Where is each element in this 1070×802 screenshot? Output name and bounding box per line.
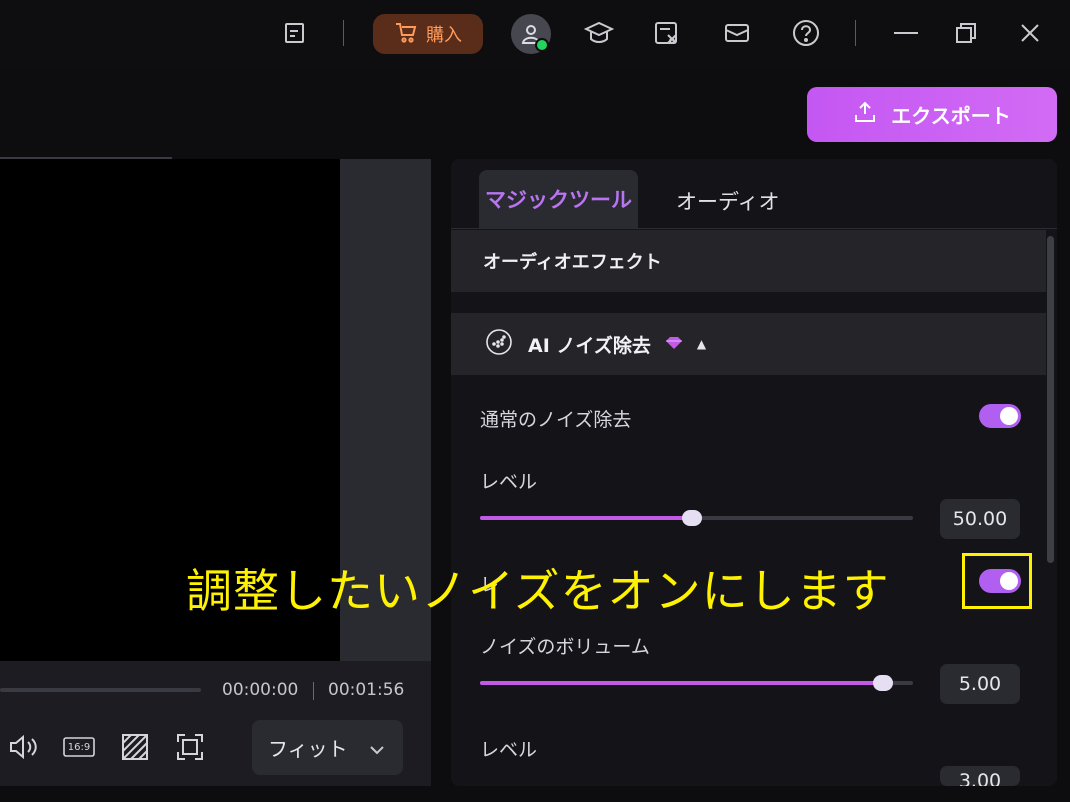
title-bar: 購入	[0, 0, 1070, 68]
premium-gem-icon	[665, 335, 683, 354]
tutorial-icon[interactable]	[584, 18, 614, 48]
divider	[855, 20, 856, 46]
tab-magic-tools[interactable]: マジックツール	[479, 170, 638, 228]
level-slider[interactable]	[480, 510, 913, 526]
collapse-caret-icon[interactable]: ▲	[697, 337, 706, 351]
fit-label: フィット	[268, 737, 348, 761]
ai-denoise-header[interactable]: AI ノイズ除去 ▲	[451, 313, 1046, 375]
fullscreen-icon[interactable]	[174, 731, 206, 763]
section-audio-effects: オーディオエフェクト	[451, 230, 1046, 292]
minimize-icon[interactable]	[891, 18, 921, 48]
tutorial-caption: 調整したいノイズをオンにします	[186, 564, 890, 618]
restore-icon[interactable]	[951, 18, 981, 48]
highlight-box	[962, 553, 1032, 609]
zoom-fit-select[interactable]: フィット	[252, 720, 403, 775]
slider-fill	[480, 516, 692, 520]
aspect-ratio-icon[interactable]: 16:9	[63, 731, 95, 763]
buy-label: 購入	[426, 25, 462, 46]
total-time: 00:01:56	[328, 680, 405, 700]
denoise-icon	[484, 327, 514, 361]
playback-progress[interactable]	[0, 688, 201, 692]
panel-scrollbar[interactable]	[1047, 236, 1054, 563]
chevron-down-icon	[369, 736, 385, 760]
level-value-input[interactable]: 50.00	[940, 499, 1020, 539]
divider	[313, 682, 314, 700]
divider	[451, 228, 1057, 229]
level-label: レベル	[480, 471, 538, 493]
buy-button[interactable]: 購入	[373, 14, 483, 54]
cloud-clip-icon[interactable]	[652, 18, 682, 48]
noise-volume-label: ノイズのボリューム	[480, 636, 650, 658]
tab-audio[interactable]: オーディオ	[676, 186, 780, 216]
section-title: オーディオエフェクト	[483, 252, 662, 273]
cart-icon	[394, 21, 418, 48]
volume-icon[interactable]	[8, 731, 40, 763]
normal-denoise-label: 通常のノイズ除去	[480, 409, 632, 431]
slider-fill	[480, 681, 883, 685]
level-label-2: レベル	[480, 739, 538, 761]
noise-volume-value-input[interactable]: 5.00	[940, 664, 1020, 704]
aspect-label: 16:9	[67, 741, 91, 753]
level-2-value-input[interactable]: 3.00	[940, 766, 1020, 786]
ai-denoise-title: AI ノイズ除去	[528, 334, 651, 357]
slider-thumb[interactable]	[873, 675, 893, 691]
notes-icon[interactable]	[280, 18, 310, 48]
help-icon[interactable]	[791, 18, 821, 48]
user-icon[interactable]	[511, 14, 551, 54]
export-icon	[853, 100, 877, 129]
normal-denoise-toggle[interactable]	[979, 404, 1021, 428]
current-time: 00:00:00	[222, 680, 299, 700]
mail-icon[interactable]	[722, 18, 752, 48]
mask-icon[interactable]	[119, 731, 151, 763]
export-button[interactable]: エクスポート	[807, 87, 1057, 142]
toggle-knob	[1000, 407, 1018, 425]
slider-thumb[interactable]	[682, 510, 702, 526]
online-status-dot	[535, 38, 549, 52]
divider	[343, 20, 344, 46]
noise-volume-slider[interactable]	[480, 675, 913, 691]
export-label: エクスポート	[891, 104, 1011, 128]
close-icon[interactable]	[1015, 18, 1045, 48]
